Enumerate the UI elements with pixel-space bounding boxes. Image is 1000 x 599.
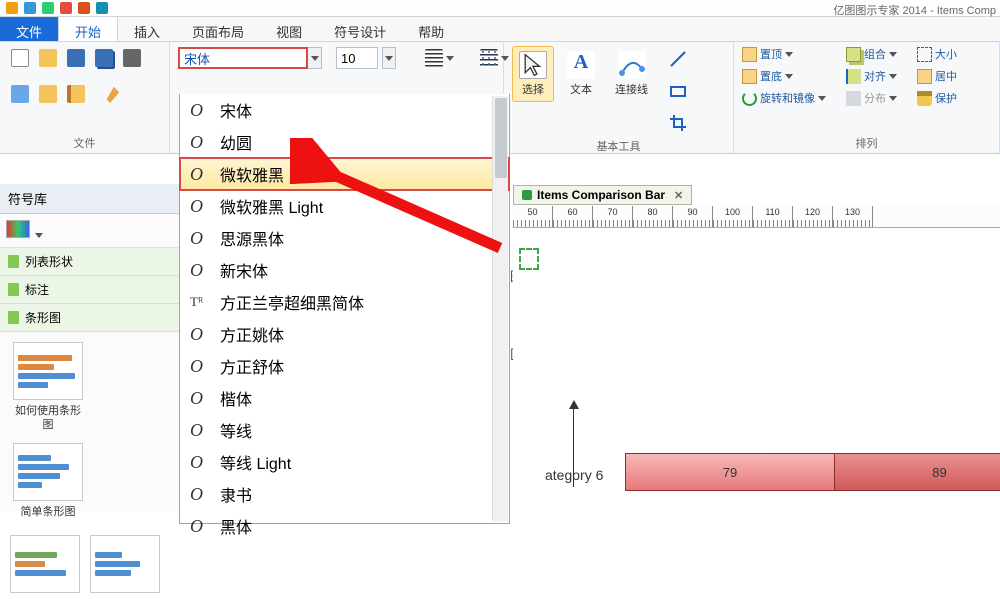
bring-front-button[interactable]: 置顶 [742,46,826,62]
size-button[interactable]: 大小 [917,46,957,62]
font-option[interactable]: O黑体 [180,510,509,542]
saveall-icon[interactable] [92,46,116,70]
rect-tool-icon[interactable] [665,78,691,104]
tab-help[interactable]: 帮助 [402,17,460,41]
font-dropdown-list[interactable]: O宋体O幼圆O微软雅黑O微软雅黑 LightO思源黑体O新宋体Tᴿ方正兰亭超细黑… [179,94,510,524]
rotate-mirror-button[interactable]: 旋转和镜像 [742,90,826,106]
cursor-icon [519,51,547,79]
font-option[interactable]: O楷体 [180,382,509,414]
font-option[interactable]: O思源黑体 [180,222,509,254]
tab-view[interactable]: 视图 [260,17,318,41]
open-icon[interactable] [36,46,60,70]
section-barcharts[interactable]: 条形图 [0,304,179,332]
symbol-library-panel: 符号库 列表形状 标注 条形图 如何使用条形图 简单条形图 [0,184,180,511]
bar-segment-a[interactable]: 79 [625,453,835,491]
document-area: Items Comparison Bar ✕ 50607080901001101… [513,184,1000,511]
font-option[interactable]: O新宋体 [180,254,509,286]
copy-icon[interactable] [36,82,60,106]
ruler-ticks: 5060708090100110120130 [513,206,873,227]
bar-segment-b[interactable]: 89 [835,453,1000,491]
tab-insert[interactable]: 插入 [118,17,176,41]
rotate-icon [742,91,757,106]
book-icon [8,283,19,296]
category-label: ategory 6 [545,467,603,483]
print-icon[interactable] [120,46,144,70]
font-option[interactable]: O宋体 [180,94,509,126]
book-icon [8,255,19,268]
selection-marker[interactable] [519,248,539,270]
group-file-label: 文件 [8,133,161,153]
canvas[interactable]: ategory 6 79 89 [513,228,1000,268]
group-arrange-label: 排列 [742,133,991,153]
shape-card-simple[interactable]: 简单条形图 [10,443,86,519]
section-list-shapes[interactable]: 列表形状 [0,248,179,276]
crop-tool-icon[interactable] [665,110,691,136]
font-option[interactable]: O方正舒体 [180,350,509,382]
line-tool-icon[interactable] [665,46,691,72]
scrollbar[interactable] [492,96,508,521]
color-swatch-icon[interactable] [6,220,30,238]
font-option[interactable]: O幼圆 [180,126,509,158]
format-painter-icon[interactable] [100,82,124,106]
font-dropdown-button[interactable] [308,47,322,69]
align-icon [846,69,861,84]
font-option[interactable]: O等线 [180,414,509,446]
book-icon [8,311,19,324]
size-dropdown-button[interactable] [382,47,396,69]
font-option[interactable]: O微软雅黑 [180,158,509,190]
shape-card-3[interactable] [10,535,80,593]
align-button[interactable] [422,46,457,70]
distribute-icon [846,91,861,106]
distribute-button[interactable]: 分布 [846,90,897,106]
scroll-thumb[interactable] [495,98,507,178]
section-callouts[interactable]: 标注 [0,276,179,304]
shape-card-4[interactable] [90,535,160,593]
tab-start[interactable]: 开始 [58,17,118,41]
lock-icon [917,91,932,106]
align-arrange-button[interactable]: 对齐 [846,68,897,84]
font-option[interactable]: O微软雅黑 Light [180,190,509,222]
font-option[interactable]: O隶书 [180,478,509,510]
font-option[interactable]: Tᴿ方正兰亭超细黑简体 [180,286,509,318]
tab-symbol[interactable]: 符号设计 [318,17,402,41]
close-icon[interactable]: ✕ [674,189,683,202]
font-family-input[interactable] [178,47,308,69]
select-tool-button[interactable]: 选择 [512,46,554,102]
bar-chart[interactable]: ategory 6 79 89 [553,403,1000,563]
group-button[interactable]: 组合 [846,46,897,62]
center-icon [917,69,932,84]
palette-row [0,214,179,248]
tab-layout[interactable]: 页面布局 [176,17,260,41]
cut-icon[interactable] [8,82,32,106]
horizontal-ruler: 5060708090100110120130 [513,206,1000,228]
bring-front-icon [742,47,757,62]
text-tool-button[interactable]: A 文本 [560,46,602,102]
tab-file[interactable]: 文件 [0,17,58,41]
paste-icon[interactable] [64,82,88,106]
doc-tab-label: Items Comparison Bar [537,188,665,202]
main-tabs: 文件 开始 插入 页面布局 视图 符号设计 帮助 [0,16,1000,42]
new-icon[interactable] [8,46,32,70]
doc-tab-icon [522,190,532,200]
connector-icon [618,51,646,79]
font-option[interactable]: O方正姚体 [180,318,509,350]
document-tab[interactable]: Items Comparison Bar ✕ [513,185,692,205]
save-icon[interactable] [64,46,88,70]
symbol-library-title: 符号库 [0,184,179,214]
bar-row[interactable]: 79 89 [625,453,1000,491]
group-icon [846,47,861,62]
protect-button[interactable]: 保护 [917,90,957,106]
font-size-input[interactable] [336,47,378,69]
center-button[interactable]: 居中 [917,68,957,84]
font-option[interactable]: O等线 Light [180,446,509,478]
group-basictools-label: 基本工具 [512,136,725,156]
window-title: 亿图图示专家 2014 - Items Comp [833,2,996,18]
shape-card-howto[interactable]: 如何使用条形图 [10,342,86,433]
send-back-button[interactable]: 置底 [742,68,826,84]
size-icon [917,47,932,62]
axis-arrow-icon [569,400,579,409]
connector-tool-button[interactable]: 连接线 [608,46,655,102]
send-back-icon [742,69,757,84]
